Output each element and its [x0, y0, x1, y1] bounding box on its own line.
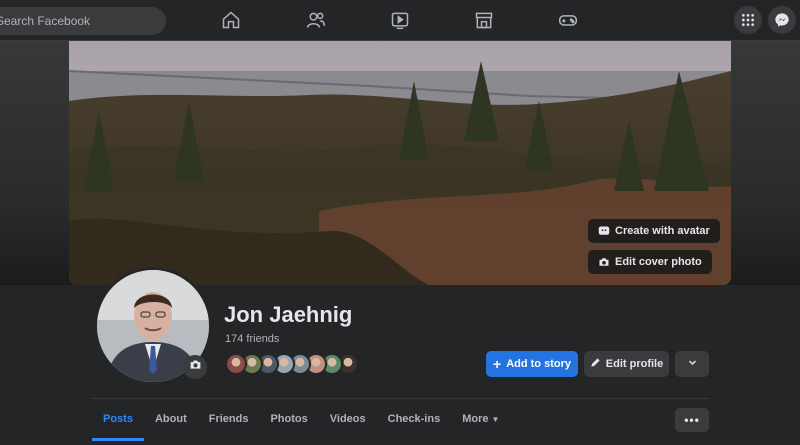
cover-photo-image [69, 41, 731, 285]
cover-photo[interactable]: Create with avatar Edit cover photo [69, 41, 731, 285]
gaming-icon[interactable] [556, 8, 580, 32]
pencil-icon [590, 357, 601, 371]
add-to-story-label: Add to story [506, 358, 571, 370]
caret-down-icon: ▼ [491, 415, 500, 424]
watch-icon[interactable] [388, 8, 412, 32]
tab-label: Videos [329, 413, 366, 425]
tab-videos[interactable]: Videos [319, 403, 377, 441]
avatar-icon [598, 225, 610, 237]
edit-cover-photo-button[interactable]: Edit cover photo [588, 250, 712, 274]
marketplace-icon[interactable] [472, 8, 496, 32]
tab-about[interactable]: About [144, 403, 198, 441]
create-with-avatar-label: Create with avatar [615, 225, 710, 237]
chevron-down-icon [688, 358, 697, 370]
edit-profile-button[interactable]: Edit profile [584, 351, 669, 377]
top-navigation-bar: Search Facebook [0, 0, 800, 41]
add-to-story-button[interactable]: + Add to story [486, 351, 578, 377]
camera-icon [189, 358, 202, 376]
more-options-button[interactable]: ••• [675, 408, 709, 432]
tab-posts[interactable]: Posts [92, 403, 144, 441]
create-with-avatar-button[interactable]: Create with avatar [588, 219, 720, 243]
profile-options-dropdown-button[interactable] [675, 351, 709, 377]
profile-name: Jon Jaehnig [224, 302, 353, 327]
camera-icon [598, 256, 610, 268]
friend-avatar[interactable] [225, 353, 247, 375]
section-divider [92, 398, 709, 399]
tab-more[interactable]: More ▼ [451, 403, 510, 441]
menu-grid-icon[interactable] [734, 6, 762, 34]
friends-count-link[interactable]: 174 friends [225, 333, 279, 345]
tab-friends[interactable]: Friends [198, 403, 260, 441]
tab-photos[interactable]: Photos [259, 403, 318, 441]
tab-label: More [462, 413, 489, 425]
edit-profile-label: Edit profile [605, 358, 664, 370]
tab-check-ins[interactable]: Check-ins [377, 403, 452, 441]
friend-avatars-row [225, 353, 359, 375]
plus-icon: + [493, 356, 502, 372]
tab-label: Friends [208, 413, 249, 425]
messenger-icon[interactable] [768, 6, 796, 34]
edit-cover-photo-label: Edit cover photo [615, 256, 702, 268]
more-dots-icon: ••• [684, 413, 700, 427]
search-input[interactable]: Search Facebook [0, 7, 166, 35]
update-profile-picture-button[interactable] [183, 355, 207, 379]
profile-tabs: Posts About Friends Photos Videos Check-… [92, 403, 510, 441]
tab-label: Photos [270, 413, 308, 425]
friends-icon[interactable] [304, 8, 328, 32]
tab-label: Posts [103, 413, 133, 425]
home-icon[interactable] [219, 8, 243, 32]
tab-label: Check-ins [387, 413, 441, 425]
tab-label: About [154, 413, 187, 425]
